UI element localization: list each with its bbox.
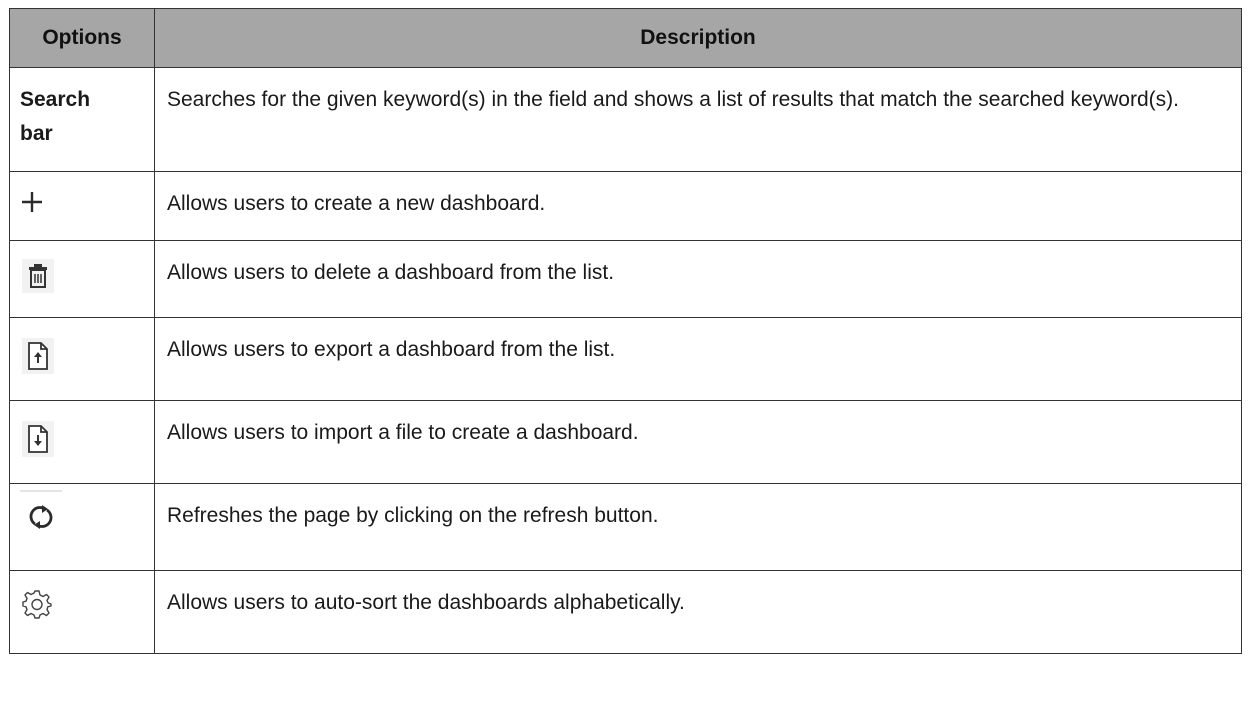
option-cell [9,483,155,571]
table-row-export: Allows users to export a dashboard from … [9,317,1242,401]
description-cell: Allows users to export a dashboard from … [154,317,1242,401]
description-cell: Allows users to auto-sort the dashboards… [154,570,1242,654]
table-row-import: Allows users to import a file to create … [9,400,1242,484]
delete-dashboard-description: Allows users to delete a dashboard from … [167,261,615,284]
option-cell: Search bar [9,67,155,172]
option-cell [9,240,155,318]
trash-icon [22,259,54,293]
description-cell: Allows users to create a new dashboard. [154,171,1242,241]
import-file-icon [22,421,54,457]
export-dashboard-description: Allows users to export a dashboard from … [167,338,616,361]
refresh-icon [20,490,62,536]
table-row-search-bar: Search bar Searches for the given keywor… [9,67,1242,172]
option-cell [9,317,155,401]
table-row-refresh: Refreshes the page by clicking on the re… [9,483,1242,571]
description-cell: Allows users to delete a dashboard from … [154,240,1242,318]
plus-icon [20,190,44,214]
table-row-settings: Allows users to auto-sort the dashboards… [9,570,1242,654]
table-header-row: Options Description [9,8,1242,68]
search-bar-label-line2: bar [20,122,53,145]
auto-sort-description: Allows users to auto-sort the dashboards… [167,591,685,614]
description-cell: Refreshes the page by clicking on the re… [154,483,1242,571]
description-cell: Searches for the given keyword(s) in the… [154,67,1242,172]
option-cell [9,171,155,241]
add-dashboard-description: Allows users to create a new dashboard. [167,192,546,215]
description-column-header: Description [154,8,1242,68]
gear-icon [22,589,52,619]
search-bar-label-line1: Search [20,88,91,111]
option-cell [9,400,155,484]
import-dashboard-description: Allows users to import a file to create … [167,421,639,444]
options-table: Options Description Search bar Searches … [9,8,1242,654]
options-column-header: Options [9,8,155,68]
search-bar-description: Searches for the given keyword(s) in the… [167,88,1179,111]
options-table-container: Options Description Search bar Searches … [9,8,1242,654]
table-row-delete: Allows users to delete a dashboard from … [9,240,1242,318]
export-file-icon [22,338,54,374]
refresh-description: Refreshes the page by clicking on the re… [167,504,659,527]
option-cell [9,570,155,654]
search-bar-option-label: Search bar [20,68,154,151]
description-cell: Allows users to import a file to create … [154,400,1242,484]
table-row-add: Allows users to create a new dashboard. [9,171,1242,241]
